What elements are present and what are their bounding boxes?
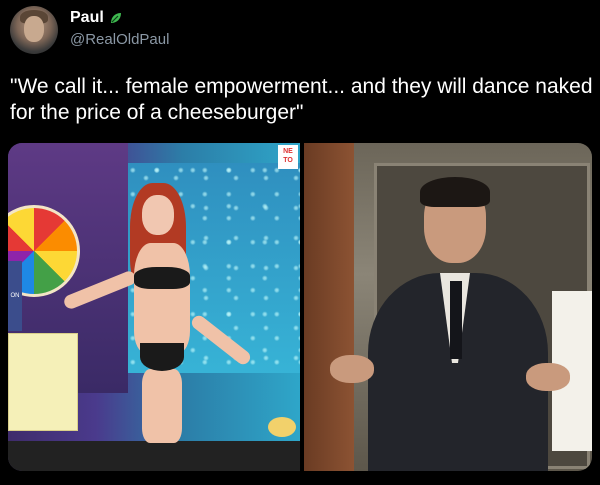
author-info: Paul @RealOldPaul [70,9,169,48]
avatar[interactable] [10,6,58,54]
tweet-header: Paul @RealOldPaul [10,6,169,54]
figure-head [142,195,174,235]
media-image-left[interactable]: ON NE TO [8,143,300,471]
man-hair [420,177,490,207]
tweet-media[interactable]: ON NE TO [8,143,592,471]
figure-torso [134,243,190,353]
man-hand-right [526,363,570,391]
figure-legs [142,369,182,443]
avatar-face [24,16,44,42]
verified-leaf-icon [109,11,123,25]
figure-top [134,267,190,289]
side-tab-overlay: ON [8,261,22,331]
man-tie [450,281,462,359]
man-hand-left [330,355,374,383]
display-name-row: Paul [70,9,169,27]
bottom-logo-overlay [268,417,296,437]
stream-badge-overlay: NE TO [278,145,298,169]
tweet-card: Paul @RealOldPaul "We call it... female … [0,0,600,485]
tweet-text: "We call it... female empowerment... and… [10,75,593,124]
stream-overlay-box [8,333,78,431]
display-name[interactable]: Paul [70,9,104,27]
figure-bottom [140,343,184,371]
media-image-right[interactable] [304,143,592,471]
streamer-figure [62,183,253,443]
user-handle[interactable]: @RealOldPaul [70,31,169,48]
suited-man-figure [304,177,592,471]
floor [8,441,300,471]
